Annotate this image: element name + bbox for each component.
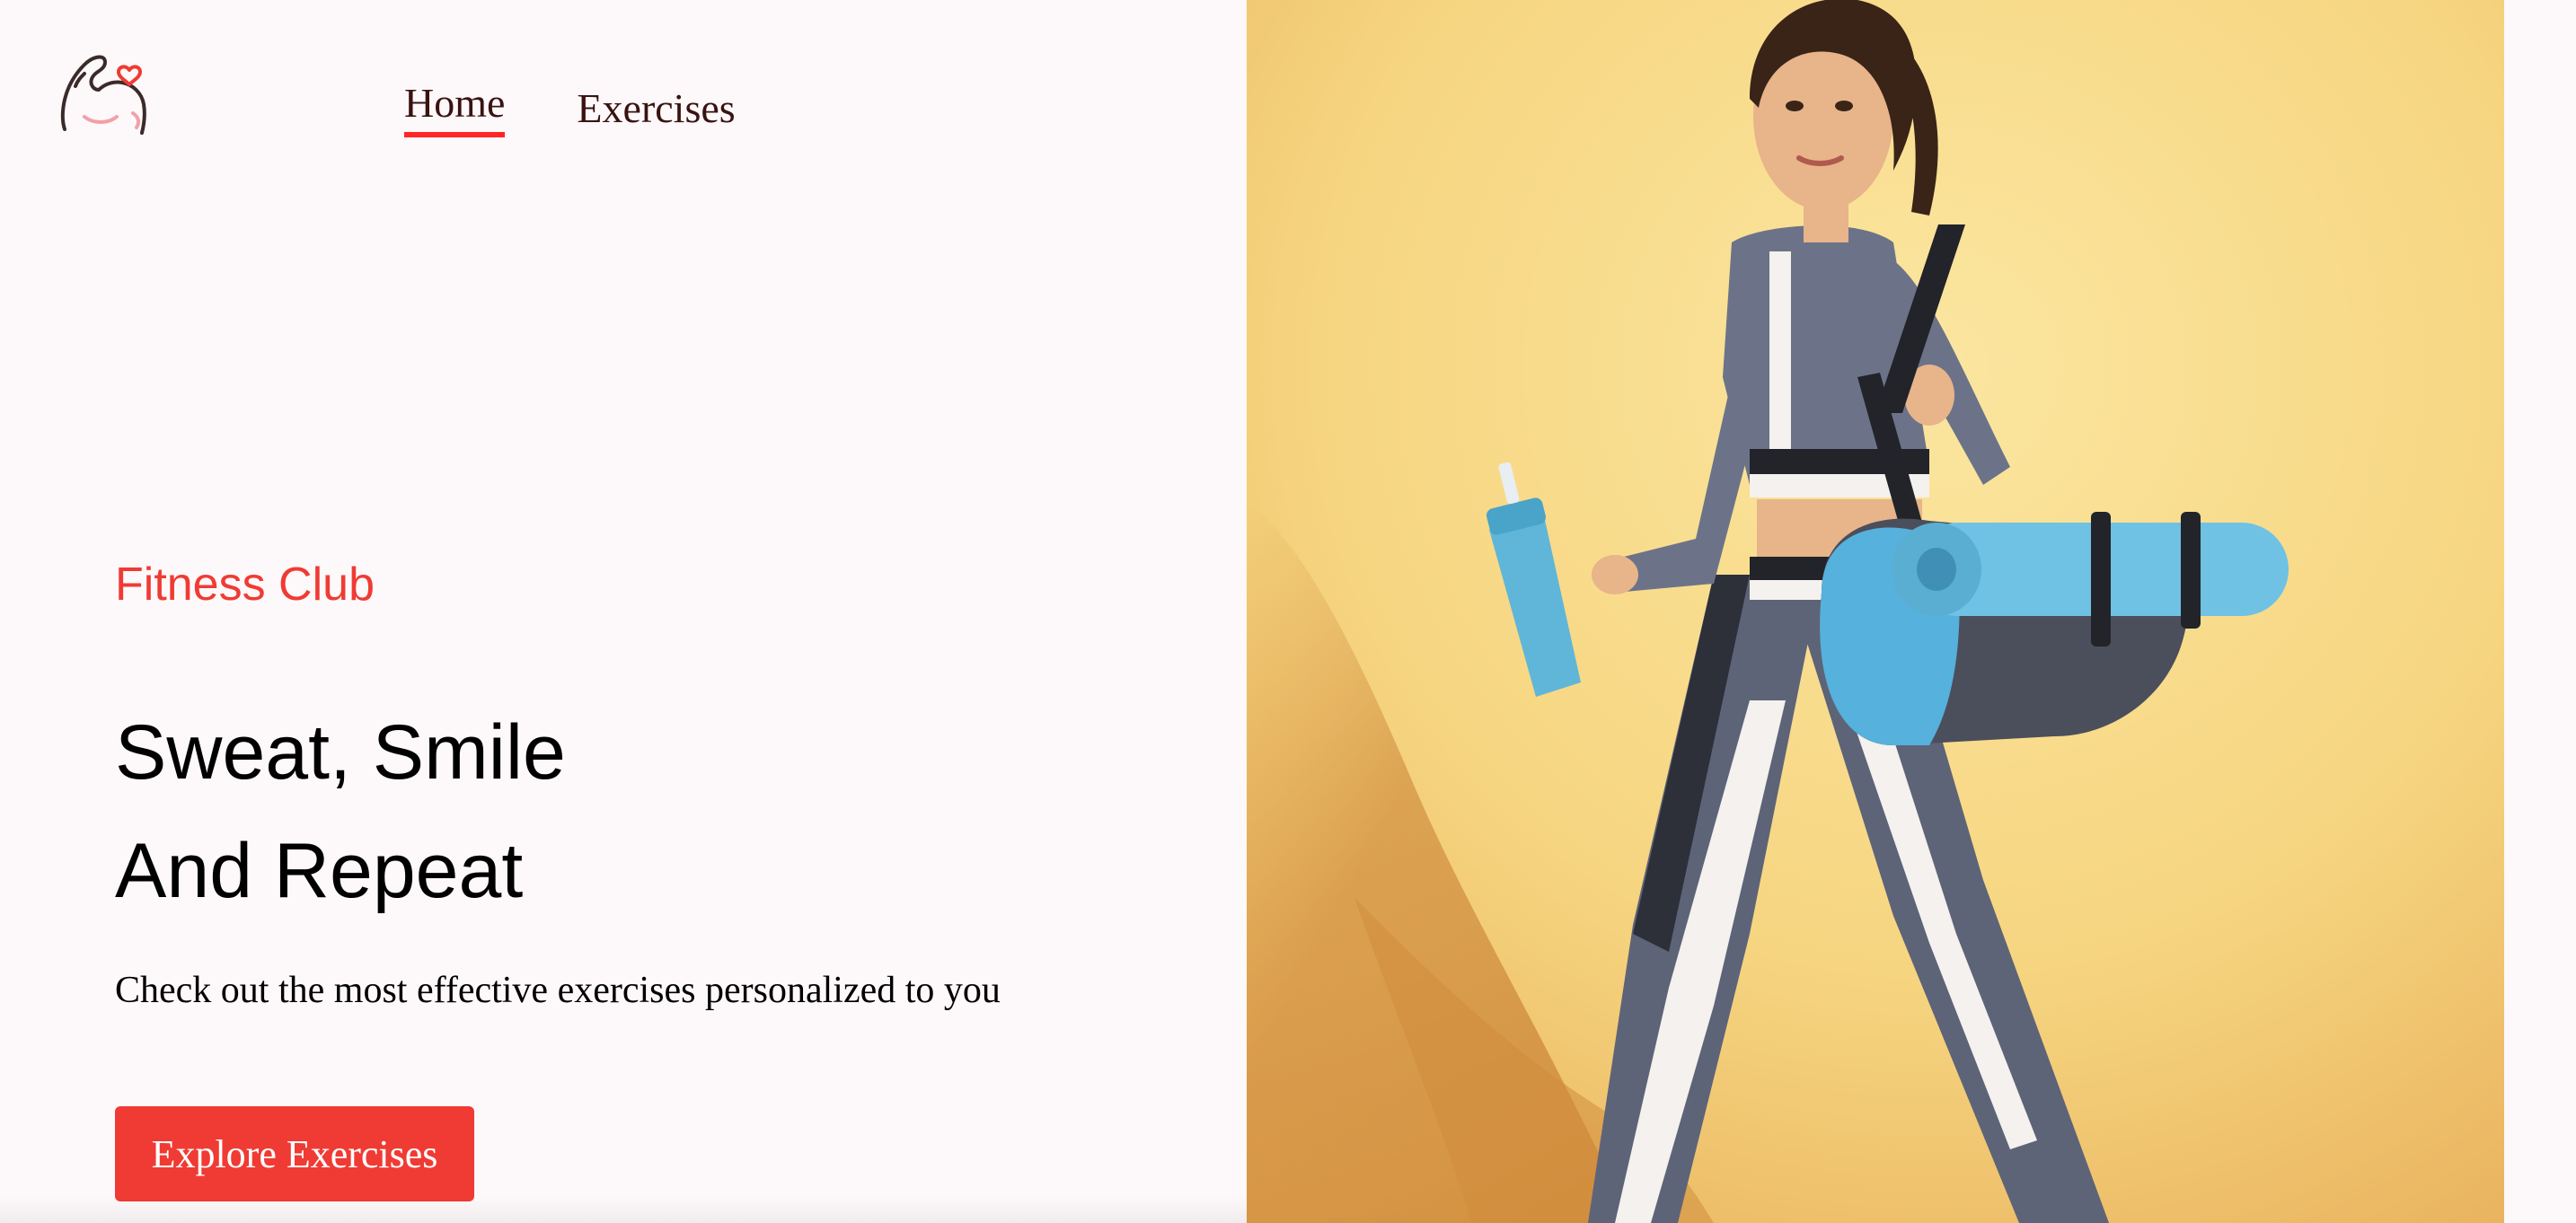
- logo[interactable]: [57, 47, 151, 140]
- hero-headline-line2: And Repeat: [115, 828, 524, 914]
- nav-link-home[interactable]: Home: [404, 80, 506, 137]
- nav-link-exercises[interactable]: Exercises: [577, 85, 735, 137]
- bottom-shadow: [0, 1196, 1247, 1223]
- hero-section: Fitness Club Sweat, Smile And Repeat Che…: [115, 557, 1193, 1201]
- hero-headline-line1: Sweat, Smile: [115, 709, 566, 796]
- hero-headline: Sweat, Smile And Repeat: [115, 693, 566, 930]
- main-nav: Home Exercises: [404, 80, 736, 137]
- hero-banner-image: [1247, 0, 2504, 1223]
- banner-illustration: [1247, 0, 2504, 1223]
- hero-subtext: Check out the most effective exercises p…: [115, 970, 1001, 1011]
- explore-exercises-button[interactable]: Explore Exercises: [115, 1106, 474, 1201]
- hero-tagline: Fitness Club: [115, 559, 375, 611]
- flexed-arm-heart-icon: [60, 55, 146, 135]
- landing-page: Home Exercises Fitness Club Sweat, Smile…: [0, 0, 2576, 1223]
